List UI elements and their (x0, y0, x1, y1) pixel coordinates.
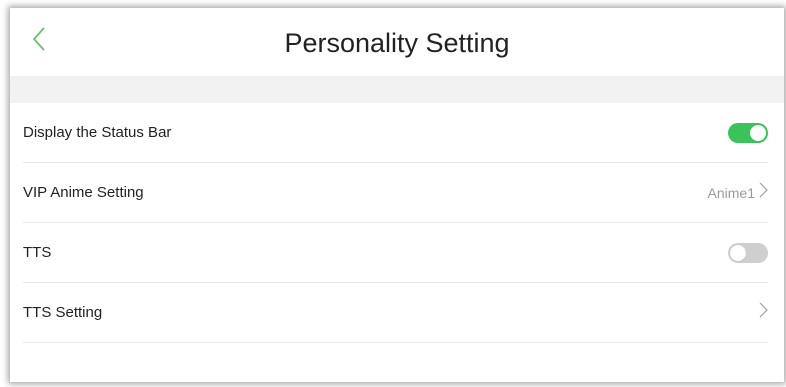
setting-label: VIP Anime Setting (23, 184, 144, 201)
header: Personality Setting (10, 8, 784, 76)
tts-toggle[interactable] (728, 242, 768, 263)
section-divider (10, 76, 784, 103)
setting-value-group (755, 302, 768, 323)
setting-value: Anime1 (707, 184, 755, 201)
setting-label: Display the Status Bar (23, 124, 172, 141)
toggle-knob (750, 124, 766, 141)
setting-row-tts[interactable]: TTS (23, 223, 768, 283)
setting-label: TTS (23, 244, 52, 261)
chevron-right-icon (759, 182, 768, 203)
status-bar-toggle[interactable] (728, 122, 768, 143)
chevron-right-icon (759, 302, 768, 323)
setting-value-group: Anime1 (708, 182, 768, 203)
setting-row-vip-anime[interactable]: VIP Anime Setting Anime1 (23, 163, 768, 223)
page-title: Personality Setting (284, 28, 510, 58)
settings-list: Display the Status Bar VIP Anime Setting… (10, 103, 784, 343)
setting-row-status-bar[interactable]: Display the Status Bar (23, 103, 768, 163)
setting-label: TTS Setting (23, 304, 103, 321)
toggle-knob (730, 244, 746, 261)
app-window: Personality Setting Display the Status B… (10, 8, 784, 382)
setting-row-tts-setting[interactable]: TTS Setting (23, 283, 768, 343)
